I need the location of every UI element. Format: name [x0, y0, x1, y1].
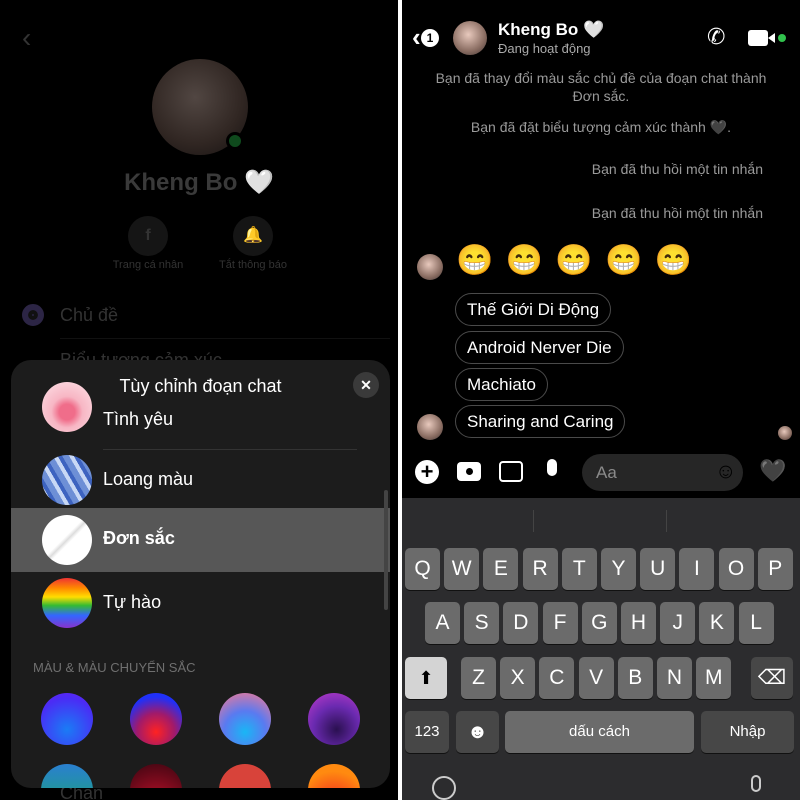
- chat-avatar[interactable]: [453, 21, 487, 55]
- theme-love[interactable]: Tình yêu: [11, 382, 390, 450]
- backspace-key[interactable]: ⌫: [751, 657, 793, 699]
- online-dot: [778, 34, 786, 42]
- sender-avatar: [417, 414, 443, 440]
- message-bubble[interactable]: Machiato: [455, 368, 548, 401]
- key-g[interactable]: G: [581, 602, 617, 644]
- message-input[interactable]: Aa ☺: [582, 454, 743, 491]
- online-dot: [226, 132, 244, 150]
- menu-theme[interactable]: Chủ đề: [60, 305, 118, 326]
- key-j[interactable]: J: [660, 602, 696, 644]
- theme-monochrome[interactable]: Đơn sắc: [11, 508, 390, 572]
- key-w[interactable]: W: [444, 548, 480, 590]
- key-k[interactable]: K: [699, 602, 735, 644]
- theme-tie-dye[interactable]: Loang màu: [11, 449, 390, 511]
- input-placeholder: Aa: [596, 463, 617, 482]
- key-y[interactable]: Y: [601, 548, 636, 590]
- key-f[interactable]: F: [542, 602, 578, 644]
- key-o[interactable]: O: [718, 548, 754, 590]
- system-message: Bạn đã thay đổi màu sắc chủ đề của đoạn …: [435, 70, 767, 104]
- key-t[interactable]: T: [561, 548, 597, 590]
- color-swatch[interactable]: [219, 764, 271, 788]
- mute-action-label: Tắt thông báo: [219, 259, 287, 271]
- key-i[interactable]: I: [679, 548, 715, 590]
- sender-avatar: [417, 254, 443, 280]
- key-l[interactable]: L: [738, 602, 774, 644]
- key-z[interactable]: Z: [461, 657, 496, 699]
- shift-key[interactable]: ⬆: [405, 657, 447, 699]
- color-swatch[interactable]: [219, 693, 271, 745]
- theme-pride[interactable]: Tự hào: [11, 572, 390, 634]
- globe-icon[interactable]: [432, 776, 456, 800]
- customize-chat-sheet: Tùy chỉnh đoạn chat ✕ Tình yêu Loang màu…: [11, 360, 390, 788]
- scrollbar[interactable]: [384, 490, 388, 610]
- profile-action-label: Trang cá nhân: [112, 259, 184, 271]
- key-s[interactable]: S: [464, 602, 500, 644]
- color-swatch[interactable]: [41, 764, 93, 788]
- back-chevron-icon[interactable]: ‹: [22, 22, 31, 54]
- section-header: MÀU & MÀU CHUYỂN SẮC: [33, 660, 196, 675]
- keyboard: QWERTYUIOP ASDFGHJKL ZXCVBNM ⬆ ⌫ 123 ☻ dấu…: [402, 498, 800, 800]
- mic-icon[interactable]: [547, 459, 557, 476]
- plus-icon[interactable]: +: [415, 460, 439, 484]
- key-m[interactable]: M: [696, 657, 732, 699]
- like-heart-button[interactable]: 🖤: [759, 458, 786, 484]
- enter-key[interactable]: Nhập: [701, 711, 794, 753]
- key-u[interactable]: U: [640, 548, 676, 590]
- color-swatch[interactable]: [308, 764, 360, 788]
- emoji-icon[interactable]: ☺: [715, 460, 736, 484]
- system-message: Bạn đã thu hồi một tin nhắn: [591, 205, 763, 221]
- key-h[interactable]: H: [621, 602, 656, 644]
- key-b[interactable]: B: [617, 657, 653, 699]
- color-swatch[interactable]: [308, 693, 360, 745]
- key-c[interactable]: C: [539, 657, 575, 699]
- key-v[interactable]: V: [578, 657, 614, 699]
- group-settings-panel: ‹ Kheng Bo 🤍 f 🔔 Trang cá nhân Tắt thông…: [0, 0, 398, 800]
- message-bubble[interactable]: Thế Giới Di Động: [455, 293, 612, 326]
- key-p[interactable]: P: [757, 548, 793, 590]
- camera-icon[interactable]: [457, 462, 481, 481]
- system-message: Bạn đã thu hồi một tin nhắn: [591, 161, 763, 177]
- key-x[interactable]: X: [500, 657, 536, 699]
- key-n[interactable]: N: [657, 657, 692, 699]
- phone-icon[interactable]: ✆: [707, 24, 725, 50]
- facebook-icon[interactable]: f: [128, 216, 168, 256]
- chat-status: Đang hoạt động: [498, 41, 591, 56]
- numbers-key[interactable]: 123: [405, 711, 449, 753]
- color-swatch[interactable]: [41, 693, 93, 745]
- bell-icon[interactable]: 🔔: [233, 216, 273, 256]
- key-a[interactable]: A: [425, 602, 460, 644]
- read-receipt-avatar: [778, 426, 792, 440]
- profile-name: Kheng Bo 🤍: [124, 169, 274, 196]
- image-icon[interactable]: [499, 461, 523, 482]
- theme-icon: [22, 304, 44, 326]
- space-key[interactable]: dấu cách: [505, 711, 694, 753]
- message-bubble[interactable]: Sharing and Caring: [455, 405, 626, 438]
- back-icon[interactable]: ‹: [412, 22, 421, 53]
- key-e[interactable]: E: [483, 548, 519, 590]
- key-q[interactable]: Q: [405, 548, 440, 590]
- dictation-mic-icon[interactable]: [751, 775, 761, 792]
- chat-name[interactable]: Kheng Bo 🤍: [498, 20, 604, 40]
- unread-badge: 1: [421, 29, 439, 47]
- emoji-key[interactable]: ☻: [456, 711, 499, 753]
- message-bubble[interactable]: Android Nerver Die: [455, 331, 624, 364]
- emoji-message: 😁 😁 😁 😁 😁: [456, 244, 695, 277]
- key-r[interactable]: R: [522, 548, 558, 590]
- video-call-icon[interactable]: [748, 30, 768, 46]
- color-swatch[interactable]: [130, 764, 182, 788]
- color-swatch[interactable]: [130, 693, 182, 745]
- chat-panel: ‹ 1 Kheng Bo 🤍 Đang hoạt động ✆ Bạn đã t…: [402, 0, 800, 800]
- system-message: Bạn đã đặt biểu tượng cảm xúc thành 🖤.: [470, 119, 732, 135]
- key-d[interactable]: D: [503, 602, 539, 644]
